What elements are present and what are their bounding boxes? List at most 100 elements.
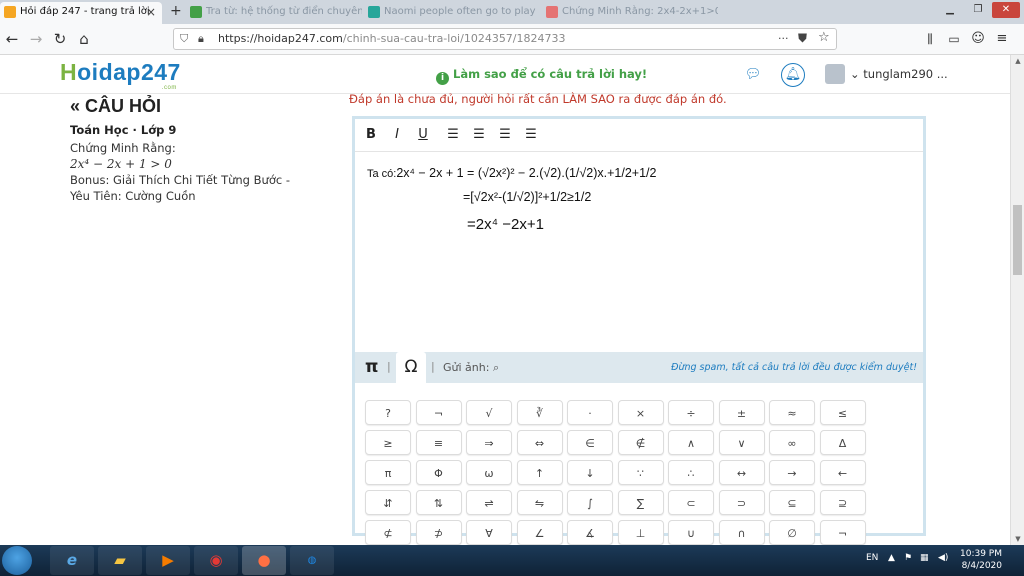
symbol-button[interactable]: ⇒ xyxy=(466,430,512,455)
page-actions-icon[interactable]: ··· xyxy=(778,29,789,49)
ie-icon[interactable]: e xyxy=(50,546,94,575)
answer-content[interactable]: Ta có:2x⁴ − 2x + 1 = (√2x²)² − 2.(√2).(1… xyxy=(355,152,923,352)
firefox-icon[interactable]: ● xyxy=(242,546,286,575)
lock-icon[interactable]: 🔒︎ xyxy=(198,32,204,46)
symbol-button[interactable]: Φ xyxy=(415,460,462,485)
symbol-button[interactable]: ∡ xyxy=(567,520,613,545)
menu-icon[interactable]: ≡ xyxy=(992,29,1012,49)
tab-close-icon[interactable]: × xyxy=(146,2,156,22)
pocket-icon[interactable]: ⛊ xyxy=(798,31,807,46)
symbol-button[interactable]: ⊥ xyxy=(617,520,664,545)
library-icon[interactable]: ⫼ xyxy=(920,29,940,49)
symbol-button[interactable]: π xyxy=(365,460,411,485)
symbol-button[interactable]: ⊄ xyxy=(365,520,411,545)
bookmark-star-icon[interactable]: ☆ xyxy=(818,30,830,45)
symbol-button[interactable]: ? xyxy=(365,400,411,425)
symbol-button[interactable]: × xyxy=(617,400,664,425)
start-button[interactable] xyxy=(2,546,32,575)
new-tab-button[interactable]: + xyxy=(164,2,186,24)
symbol-button[interactable]: ⊇ xyxy=(819,490,866,515)
upload-image-button[interactable]: Gửi ảnh: ⌕ xyxy=(443,361,499,375)
underline-button[interactable]: U xyxy=(413,125,433,145)
symbol-button[interactable]: ≡ xyxy=(415,430,462,455)
symbol-button[interactable]: ∨ xyxy=(718,430,765,455)
symbol-button[interactable]: Δ xyxy=(819,430,866,455)
scroll-down-icon[interactable]: ▼ xyxy=(1011,535,1024,543)
page-scrollbar[interactable]: ▲ ▼ xyxy=(1010,55,1024,545)
symbol-button[interactable]: ∩ xyxy=(718,520,765,545)
symbol-button[interactable]: ↑ xyxy=(516,460,563,485)
network-icon[interactable]: ▦ xyxy=(920,553,929,563)
italic-button[interactable]: I xyxy=(387,125,407,145)
maximize-window-icon[interactable]: ❐ xyxy=(964,2,992,18)
symbol-button[interactable]: ∪ xyxy=(668,520,714,545)
tab-dictionary[interactable]: Tra từ: hệ thống từ điển chuyên ngành xyxy=(186,2,362,24)
symbol-button[interactable]: ≈ xyxy=(769,400,815,425)
symbol-button[interactable]: ∈ xyxy=(567,430,613,455)
symbol-button[interactable]: ← xyxy=(819,460,866,485)
symbol-button[interactable]: → xyxy=(769,460,815,485)
symbol-button[interactable]: ∑ xyxy=(617,490,664,515)
avatar[interactable] xyxy=(825,64,845,84)
minimize-window-icon[interactable]: ▁ xyxy=(936,2,964,18)
align-left-icon[interactable]: ☰ xyxy=(443,125,463,145)
tab-naomi[interactable]: Naomi people often go to play xyxy=(364,2,540,24)
account-icon[interactable]: ☺ xyxy=(968,29,988,49)
symbol-button[interactable]: ∀ xyxy=(466,520,512,545)
symbol-button[interactable]: ∛ xyxy=(516,400,563,425)
scroll-thumb[interactable] xyxy=(1013,205,1022,275)
align-right-icon[interactable]: ☰ xyxy=(495,125,515,145)
symbol-button[interactable]: ⊂ xyxy=(668,490,714,515)
home-icon[interactable]: ⌂ xyxy=(74,29,94,49)
symbol-button[interactable]: ↓ xyxy=(567,460,613,485)
symbol-button[interactable]: ⇅ xyxy=(415,490,462,515)
symbol-button[interactable]: ∞ xyxy=(769,430,815,455)
symbol-button[interactable]: ¬ xyxy=(415,400,462,425)
symbol-button[interactable]: ¬ xyxy=(819,520,866,545)
close-window-icon[interactable]: ✕ xyxy=(992,2,1020,18)
system-clock[interactable]: 10:39 PM 8/4/2020 xyxy=(960,548,1002,572)
symbol-button[interactable]: ÷ xyxy=(668,400,714,425)
language-indicator[interactable]: EN xyxy=(866,553,878,563)
scroll-up-icon[interactable]: ▲ xyxy=(1011,57,1024,65)
tab-chung-minh[interactable]: Chứng Minh Rằng: 2x4-2x+1>0 xyxy=(542,2,718,24)
math-tab-omega[interactable]: Ω xyxy=(396,352,426,383)
bold-button[interactable]: B xyxy=(361,125,381,145)
symbol-button[interactable]: ⊃ xyxy=(718,490,765,515)
flag-icon[interactable]: ⚑ xyxy=(904,553,912,563)
symbol-button[interactable]: ± xyxy=(718,400,765,425)
address-bar[interactable]: ⛉ 🔒︎ https://hoidap247.com/chinh-sua-cau… xyxy=(173,28,837,50)
symbol-button[interactable]: ≥ xyxy=(365,430,411,455)
symbol-button[interactable]: ∉ xyxy=(617,430,664,455)
media-player-icon[interactable]: ▶ xyxy=(146,546,190,575)
math-tab-pi[interactable]: π xyxy=(365,357,378,377)
forward-arrow-icon[interactable]: → xyxy=(26,29,46,49)
shield-icon[interactable]: ⛉ xyxy=(180,32,188,46)
symbol-button[interactable]: ∴ xyxy=(668,460,714,485)
symbol-button[interactable]: ↔ xyxy=(718,460,765,485)
symbol-button[interactable]: ⇔ xyxy=(516,430,563,455)
chrome-icon[interactable]: ◉ xyxy=(194,546,238,575)
symbol-button[interactable]: ∫ xyxy=(567,490,613,515)
bell-icon[interactable]: 🔔︎ xyxy=(781,63,805,87)
symbol-button[interactable]: ∠ xyxy=(516,520,563,545)
symbol-button[interactable]: ⊅ xyxy=(415,520,462,545)
symbol-button[interactable]: √ xyxy=(466,400,512,425)
chat-icon[interactable]: 💬︎ xyxy=(741,63,765,87)
back-arrow-icon[interactable]: ← xyxy=(2,29,22,49)
answer-tip-link[interactable]: i Làm sao để có câu trả lời hay! xyxy=(436,67,647,85)
symbol-button[interactable]: ∅ xyxy=(769,520,815,545)
align-center-icon[interactable]: ☰ xyxy=(469,125,489,145)
volume-icon[interactable]: ◀) xyxy=(938,553,948,563)
explorer-folder-icon[interactable]: ▰ xyxy=(98,546,142,575)
symbol-button[interactable]: ⇌ xyxy=(466,490,512,515)
sidebar-icon[interactable]: ▭ xyxy=(944,29,964,49)
symbol-button[interactable]: · xyxy=(567,400,613,425)
reload-icon[interactable]: ↻ xyxy=(50,29,70,49)
tab-hoidap-answer[interactable]: Hỏi đáp 247 - trang trả lời × xyxy=(0,2,162,24)
symbol-button[interactable]: ω xyxy=(466,460,512,485)
align-justify-icon[interactable]: ☰ xyxy=(521,125,541,145)
symbol-button[interactable]: ⇵ xyxy=(365,490,411,515)
hoidap247-logo[interactable]: Hoidap247 .com xyxy=(60,59,181,91)
symbol-button[interactable]: ⇋ xyxy=(516,490,563,515)
